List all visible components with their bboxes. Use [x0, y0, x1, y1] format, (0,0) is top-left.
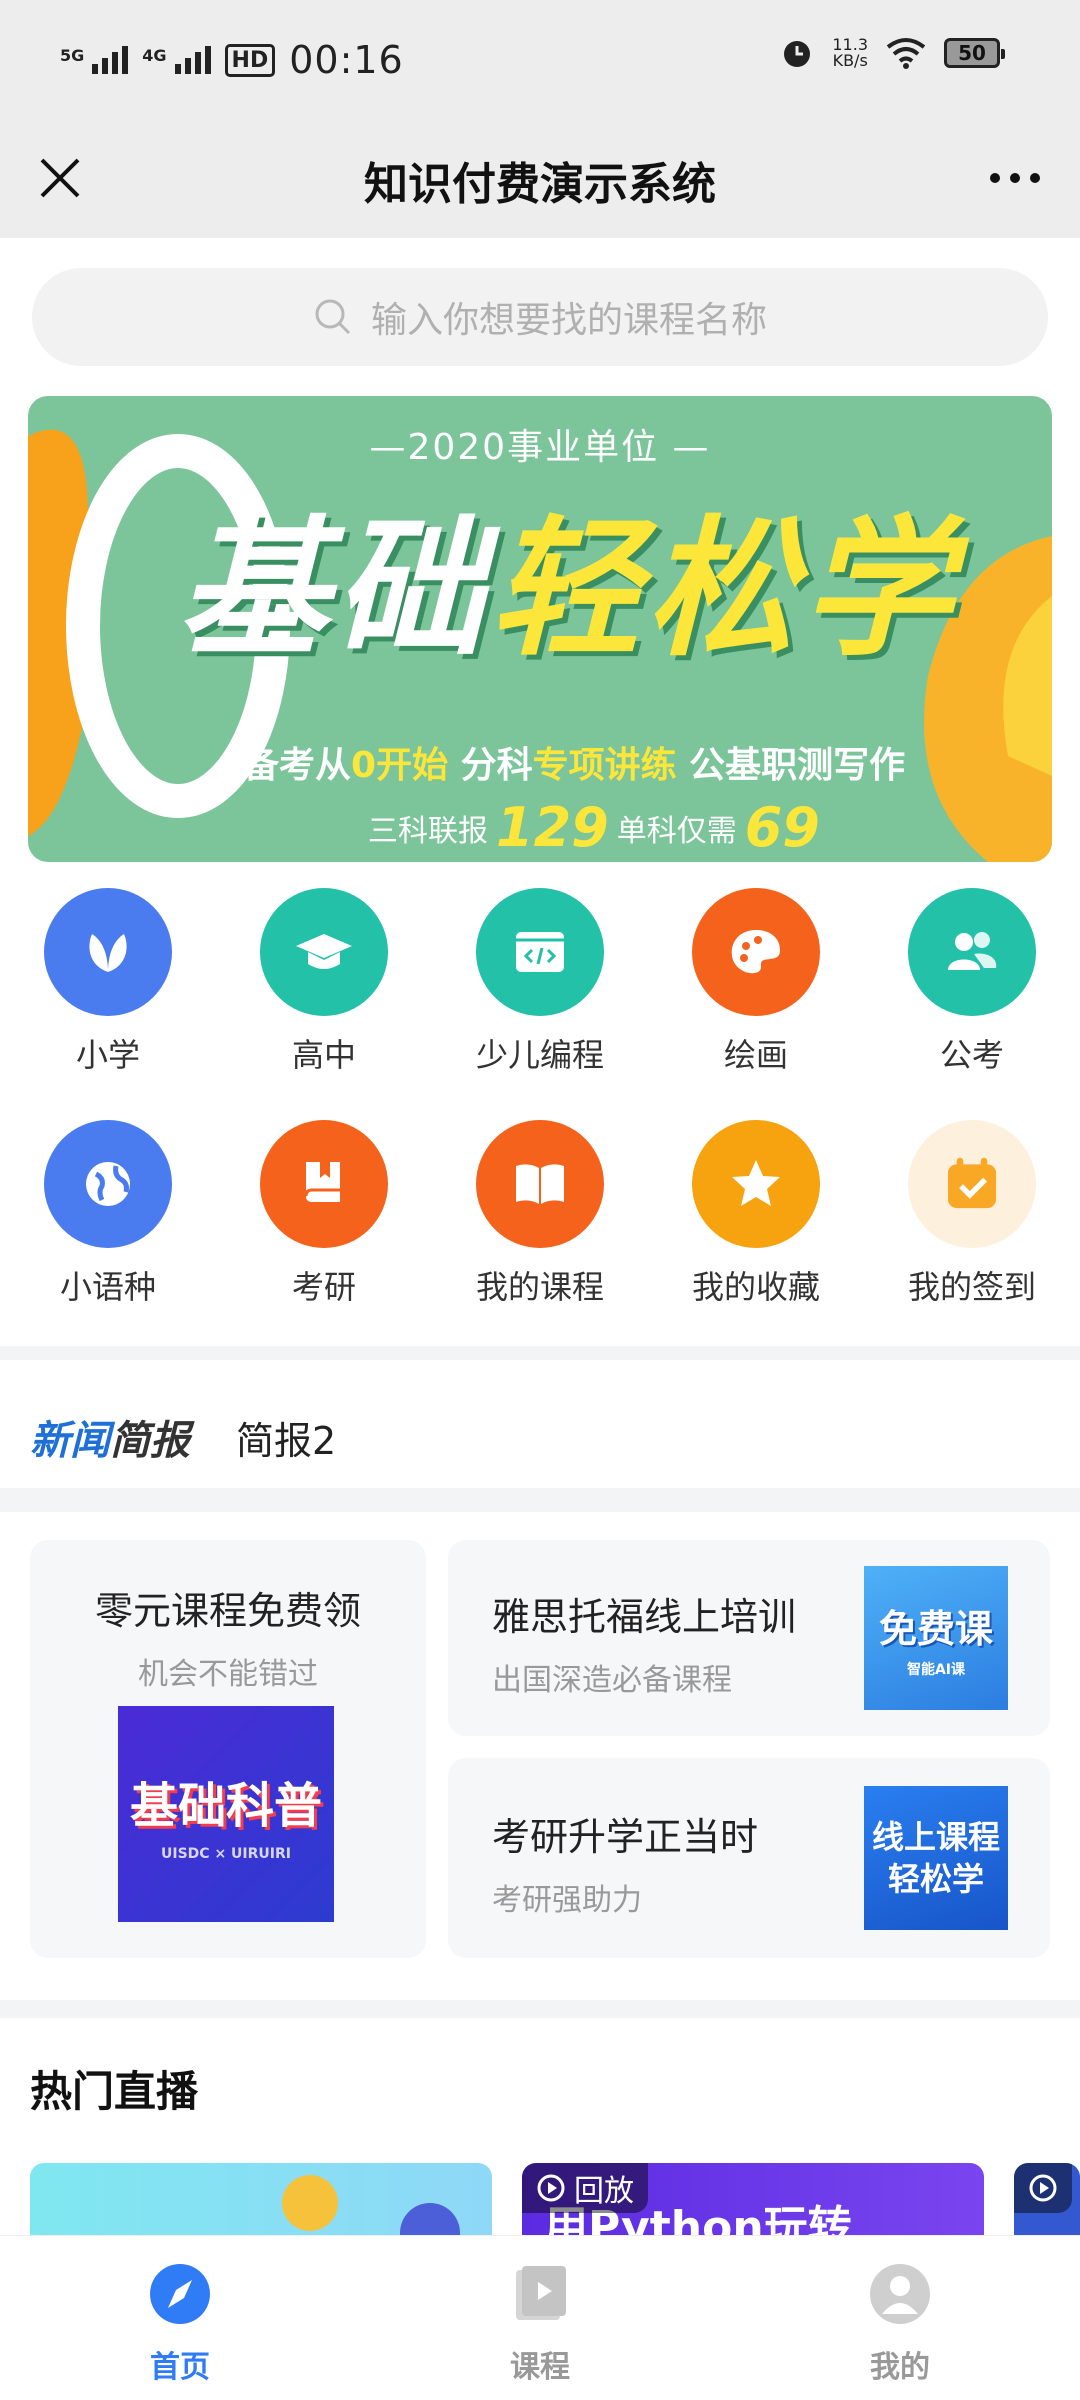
category-xiaoyuzhong[interactable]: 小语种 [0, 1120, 216, 1320]
category-my-courses[interactable]: 我的课程 [432, 1120, 648, 1320]
category-shaoer-biancheng[interactable]: 少儿编程 [432, 888, 648, 1088]
promo-thumbnail: 基础科普 UISDC × UIRUIRI [118, 1706, 334, 1922]
play-icon [1029, 2174, 1057, 2202]
promo-card-subtitle: 机会不能错过 [138, 1657, 318, 1692]
category-my-favorites[interactable]: 我的收藏 [648, 1120, 864, 1320]
news-text: 简报2 [236, 1419, 337, 1463]
live-card[interactable] [30, 2163, 492, 2235]
tab-label: 首页 [150, 2350, 210, 2385]
signal-5g-icon: 5G [60, 46, 129, 74]
palette-icon [692, 888, 820, 1016]
page-title: 知识付费演示系统 [364, 159, 716, 210]
category-label: 小学 [75, 1036, 140, 1074]
status-time: 00:16 [289, 38, 404, 82]
wifi-icon [886, 38, 926, 69]
category-label: 高中 [291, 1036, 356, 1074]
section-divider [0, 1488, 1080, 1512]
category-label: 我的签到 [907, 1268, 1036, 1306]
profile-icon [870, 2264, 930, 2324]
more-icon[interactable] [980, 148, 1050, 208]
promo-card-ielts[interactable]: 雅思托福线上培训 出国深造必备课程 免费课 智能AI课 [448, 1540, 1050, 1736]
replay-badge [1014, 2163, 1072, 2213]
category-label: 小语种 [59, 1268, 156, 1306]
promo-card-subtitle: 考研强助力 [492, 1883, 642, 1918]
nav-bar: 知识付费演示系统 [0, 120, 1080, 238]
status-bar: 5G 4G HD 00:16 11.3 KB/s 50 [0, 0, 1080, 120]
promo-thumbnail: 免费课 智能AI课 [864, 1566, 1008, 1710]
category-label: 考研 [291, 1268, 356, 1306]
leaf-icon [44, 888, 172, 1016]
banner-price-line: 三科联报 129 单科仅需 69 [368, 796, 820, 859]
category-label: 公考 [939, 1036, 1004, 1074]
banner-headline: 基础轻松学 [178, 503, 959, 677]
category-xiaoxue[interactable]: 小学 [0, 888, 216, 1088]
live-card[interactable] [1014, 2163, 1080, 2235]
compass-icon [150, 2264, 210, 2324]
status-right: 11.3 KB/s 50 [780, 35, 1005, 70]
banner-top-line: —2020事业单位 — [369, 427, 711, 468]
promo-section: 零元课程免费领 机会不能错过 基础科普 UISDC × UIRUIRI 雅思托福… [0, 1512, 1080, 1972]
promo-banner[interactable]: —2020事业单位 — 基础轻松学 备考从0开始 分科专项讲练 公基职测写作 三… [28, 396, 1052, 862]
category-kaoyan[interactable]: 考研 [216, 1120, 432, 1320]
category-gaozhong[interactable]: 高中 [216, 888, 432, 1088]
book-icon [260, 1120, 388, 1248]
promo-card-title: 雅思托福线上培训 [492, 1595, 797, 1639]
live-illustration [282, 2175, 460, 2235]
promo-card-subtitle: 出国深造必备课程 [492, 1663, 732, 1698]
globe-icon [44, 1120, 172, 1248]
search-placeholder: 输入你想要找的课程名称 [370, 300, 767, 341]
status-left: 5G 4G HD 00:16 [60, 38, 404, 82]
promo-card-title: 零元课程免费领 [94, 1589, 361, 1633]
promo-thumbnail: 线上课程 轻松学 [864, 1786, 1008, 1930]
banner-subline: 备考从0开始 分科专项讲练 公基职测写作 [243, 745, 906, 786]
alarm-icon [784, 41, 811, 67]
category-label: 我的课程 [475, 1268, 604, 1306]
promo-card-title: 考研升学正当时 [492, 1815, 759, 1859]
search-icon [315, 299, 351, 335]
promo-card-left[interactable]: 零元课程免费领 机会不能错过 基础科普 UISDC × UIRUIRI [30, 1540, 426, 1958]
section-divider [0, 1346, 1080, 1360]
tab-profile[interactable]: 我的 [800, 2262, 1000, 2386]
calendar-check-icon [908, 1120, 1036, 1248]
live-card[interactable]: 用Python玩转 回放 [522, 2163, 984, 2235]
tab-home[interactable]: 首页 [80, 2262, 280, 2386]
category-huihua[interactable]: 绘画 [648, 888, 864, 1088]
replay-badge: 回放 [522, 2163, 648, 2213]
graduation-cap-icon [260, 888, 388, 1016]
battery-icon: 50 [944, 38, 1005, 68]
tab-label: 我的 [870, 2350, 930, 2385]
bottom-tab-bar: 首页 课程 我的 [0, 2235, 1080, 2400]
main-content: 输入你想要找的课程名称 —2020事业单位 — 基础轻松学 备考从0开始 分科专… [0, 238, 1080, 2235]
net-speed: 11.3 KB/s [832, 35, 868, 70]
signal-4g-icon: 4G [142, 46, 211, 74]
category-label: 少儿编程 [475, 1036, 604, 1074]
live-section-title: 热门直播 [30, 2067, 199, 2116]
hd-voice-icon: HD [224, 43, 276, 77]
star-icon [692, 1120, 820, 1248]
tab-courses[interactable]: 课程 [440, 2262, 640, 2386]
people-icon [908, 888, 1036, 1016]
category-label: 绘画 [723, 1036, 788, 1074]
tab-label: 课程 [510, 2350, 570, 2385]
open-book-icon [476, 1120, 604, 1248]
play-icon [537, 2174, 565, 2202]
news-logo: 新闻简报 [30, 1418, 190, 1464]
search-bar[interactable]: 输入你想要找的课程名称 [32, 268, 1048, 366]
course-icon [516, 2266, 566, 2320]
category-label: 我的收藏 [691, 1268, 820, 1306]
category-my-checkin[interactable]: 我的签到 [864, 1120, 1080, 1320]
code-window-icon [476, 888, 604, 1016]
category-gongkao[interactable]: 公考 [864, 888, 1080, 1088]
section-divider [0, 2000, 1080, 2018]
promo-card-kaoyan[interactable]: 考研升学正当时 考研强助力 线上课程 轻松学 [448, 1758, 1050, 1958]
